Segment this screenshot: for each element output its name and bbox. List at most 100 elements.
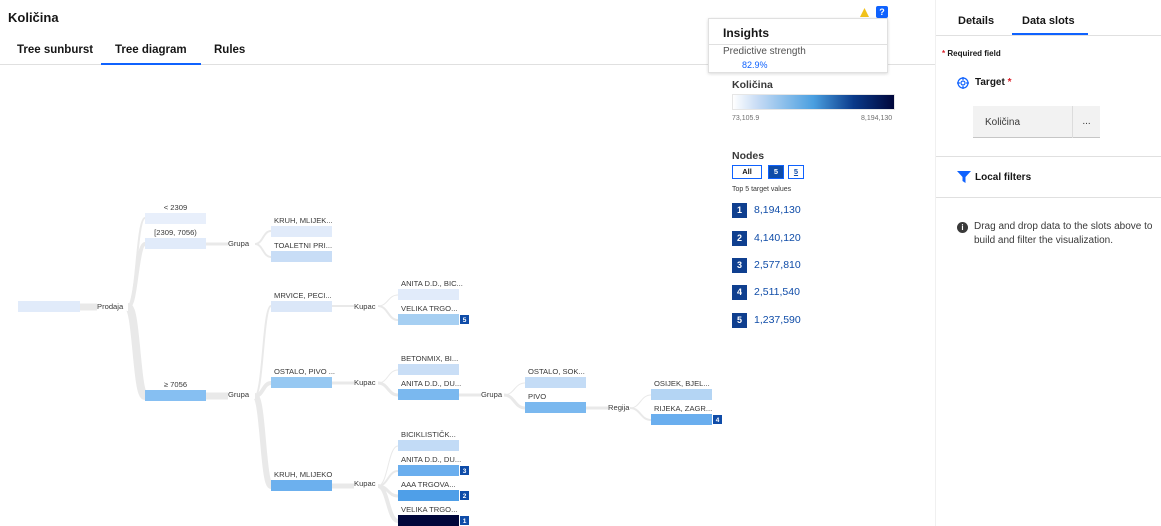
tree-node-label: AAA TRGOVA...	[401, 480, 456, 489]
legend-min: 73,105.9	[732, 115, 760, 122]
tab-details[interactable]: Details	[958, 15, 994, 27]
tree-nodes: < 2309 [2309, 7056) ≥ 7056 KRUH, MLIJEK... T…	[18, 203, 722, 526]
tree-node-label: OSTALO, SOK...	[528, 367, 585, 376]
app-window: Količina Tree sunburst Tree diagram Rule…	[0, 0, 1161, 526]
tree-link	[252, 393, 274, 489]
tree-node-pivo	[525, 402, 586, 413]
nodes-title: Nodes	[732, 150, 765, 162]
rank-badge-text: 1	[463, 518, 467, 525]
tree-node-ge7056	[145, 390, 206, 401]
rank-badge: 1	[732, 203, 747, 218]
tree-node-ostalo2	[525, 377, 586, 388]
tree-node-rijeka	[651, 414, 712, 425]
predictive-strength-value[interactable]: 82.9%	[742, 60, 768, 70]
target-slot-value: Količina	[985, 117, 1021, 128]
required-note: * Required field	[942, 49, 1001, 58]
tree-node-betonmix	[398, 364, 459, 375]
top-values-label: Top 5 target values	[732, 186, 792, 193]
split-label-kupac3: Kupac	[354, 479, 376, 488]
tree-node-label: ≥ 7056	[164, 380, 187, 389]
split-label-kupac1: Kupac	[354, 302, 376, 311]
split-label-grupa1: Grupa	[228, 239, 250, 248]
tree-node-anita1	[398, 289, 459, 300]
required-text: Required field	[947, 49, 1001, 58]
tree-node-label: TOALETNI PRI...	[274, 241, 332, 250]
tree-node-label: ANITA D.D., DU...	[401, 455, 461, 464]
target-slot[interactable]: Količina ...	[973, 106, 1100, 138]
rank-badge-text: 4	[716, 417, 720, 424]
tree-node-label: OSTALO, PIVO ...	[274, 367, 335, 376]
side-panel: Details Data slots * Required field Targ…	[935, 0, 1161, 526]
color-scale-bar	[732, 94, 895, 110]
tree-link	[377, 470, 399, 487]
required-star: *	[942, 49, 946, 58]
rank-badge: 2	[732, 231, 747, 246]
tree-link	[629, 407, 652, 421]
tree-node-label: OSIJEK, BJEL...	[654, 379, 710, 388]
tree-link	[377, 381, 399, 397]
rank-value: 8,194,130	[754, 204, 801, 216]
filter-icon	[957, 171, 971, 183]
tree-link	[503, 382, 526, 396]
rank-value: 2,577,810	[754, 259, 801, 271]
tree-node-label: ANITA D.D., BIC...	[401, 279, 463, 288]
target-label: Target *	[975, 77, 1012, 88]
predictive-strength-label: Predictive strength	[723, 46, 806, 57]
tree-link	[503, 393, 526, 410]
slot-more-button[interactable]: ...	[1072, 106, 1100, 138]
nodes-filter-bottom5[interactable]: 5	[788, 165, 804, 179]
tree-node-aaa	[398, 490, 459, 501]
tree-node-label: ANITA D.D., DU...	[401, 379, 461, 388]
tree-node-label: MRVICE, PECI...	[274, 291, 332, 300]
divider	[936, 156, 1161, 157]
legend-max: 8,194,130	[861, 115, 893, 122]
tree-link	[377, 294, 399, 307]
tree-link	[377, 305, 399, 321]
tree-node-label: BICIKLISTIČK...	[401, 430, 456, 439]
tab-data-slots[interactable]: Data slots	[1012, 15, 1088, 35]
tree-link	[377, 369, 399, 384]
nodes-filter-top5[interactable]: 5	[768, 165, 784, 179]
tree-node-biciklisticki	[398, 440, 459, 451]
split-label-grupa2: Grupa	[228, 390, 250, 399]
rank-value: 4,140,120	[754, 232, 801, 244]
tree-node-kruh2	[271, 480, 332, 491]
target-icon	[957, 77, 969, 89]
tree-node-root	[18, 301, 80, 312]
tree-node-r2309	[145, 238, 206, 249]
tree-node-label: < 2309	[164, 203, 187, 212]
tree-link	[124, 303, 149, 400]
split-label-regija: Regija	[608, 403, 630, 412]
tree-node-lt2309	[145, 213, 206, 224]
tree-node-anita3	[398, 465, 459, 476]
insights-divider	[709, 44, 887, 45]
info-text: Drag and drop data to the slots above to…	[974, 221, 1153, 246]
rank-badge-text: 5	[463, 317, 467, 324]
legend-title: Količina	[732, 79, 773, 91]
insights-title: Insights	[723, 26, 770, 40]
tree-node-toaletni	[271, 251, 332, 262]
tree-link	[629, 394, 652, 409]
split-label-grupa3: Grupa	[481, 390, 503, 399]
split-label-kupac2: Kupac	[354, 378, 376, 387]
rank-badge: 4	[732, 285, 747, 300]
local-filters-label[interactable]: Local filters	[975, 172, 1031, 183]
required-star: *	[1007, 77, 1012, 88]
tree-node-label: KRUH, MLIJEKO	[274, 470, 332, 479]
tree-link	[127, 217, 146, 308]
tree-node-label: VELIKA TRGO...	[401, 505, 457, 514]
insights-card: Insights Predictive strength 82.9%	[708, 18, 888, 73]
tree-node-label: KRUH, MLIJEK...	[274, 216, 333, 225]
tree-node-osijek	[651, 389, 712, 400]
nodes-filter-all[interactable]: All	[732, 165, 762, 179]
tree-node-label: PIVO	[528, 392, 546, 401]
info-icon: i	[957, 222, 968, 233]
tree-node-mrvice	[271, 301, 332, 312]
rank-badge-text: 3	[463, 468, 467, 475]
tree-link	[254, 243, 272, 258]
rank-value: 2,511,540	[754, 286, 800, 298]
rank-badge-text: 2	[463, 493, 467, 500]
tree-node-anita2	[398, 389, 459, 400]
tree-node-velika2	[398, 515, 459, 526]
tree-node-ostalo1	[271, 377, 332, 388]
